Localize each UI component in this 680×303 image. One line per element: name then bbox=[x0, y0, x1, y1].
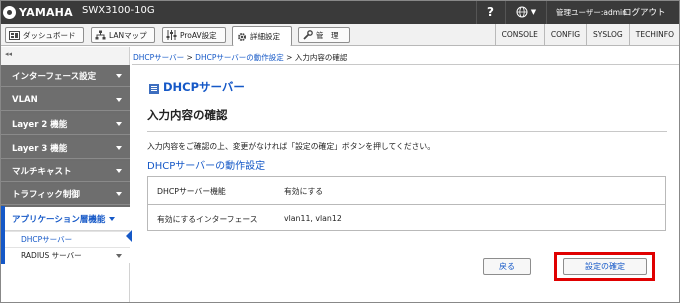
brand-name: YAMAHA bbox=[19, 5, 73, 19]
table-row: DHCPサーバー機能 有効にする bbox=[148, 177, 665, 204]
chevron-down-icon: ▼ bbox=[530, 8, 537, 16]
sidebar-item-multicast[interactable]: マルチキャスト bbox=[0, 161, 130, 182]
breadcrumb: DHCPサーバー > DHCPサーバーの動作設定 > 入力内容の確認 bbox=[133, 52, 347, 63]
dashboard-icon bbox=[9, 30, 20, 40]
active-section-indicator bbox=[0, 206, 5, 264]
settings-table: DHCPサーバー機能 有効にする 有効にするインターフェース vlan11, v… bbox=[147, 176, 666, 231]
logout-link[interactable]: ログアウト bbox=[623, 6, 666, 18]
sidebar-item-label: アプリケーション層機能 bbox=[12, 214, 106, 225]
tab-dashboard[interactable]: ダッシュボード bbox=[5, 27, 84, 43]
chevron-down-icon bbox=[109, 216, 116, 221]
sidebar-empty-area bbox=[0, 263, 130, 303]
chevron-down-icon bbox=[116, 146, 122, 150]
sidebar-item-label: トラフィック制御 bbox=[12, 190, 80, 200]
chevron-down-icon bbox=[116, 74, 122, 78]
chevron-down-icon bbox=[116, 122, 122, 126]
breadcrumb-dhcp-server[interactable]: DHCPサーバー bbox=[133, 53, 184, 62]
row-value: 有効にする bbox=[284, 187, 324, 196]
tab-proav-label: ProAV設定 bbox=[180, 30, 217, 40]
top-header: YAMAHA SWX3100-10G ? ▼ 管理ユーザー:admin ログアウ… bbox=[0, 0, 680, 24]
confirm-settings-button[interactable]: 設定の確定 bbox=[563, 258, 647, 275]
lan-map-icon bbox=[95, 30, 106, 40]
divider bbox=[132, 64, 680, 65]
tab-management[interactable]: 管 理 bbox=[298, 27, 350, 43]
sidebar-item-label: マルチキャスト bbox=[12, 167, 72, 177]
user-label: 管理ユーザー:admin bbox=[556, 8, 627, 17]
section-title: DHCPサーバーの動作設定 bbox=[147, 161, 266, 172]
row-label: DHCPサーバー機能 bbox=[157, 187, 226, 196]
sidebar-item-layer2[interactable]: Layer 2 機能 bbox=[0, 114, 130, 135]
sidebar-item-vlan[interactable]: VLAN bbox=[0, 90, 130, 111]
sidebar-item-interface[interactable]: インターフェース設定 bbox=[0, 66, 130, 87]
yamaha-tuning-fork-icon bbox=[3, 5, 16, 19]
row-value: vlan11, vlan12 bbox=[284, 214, 342, 223]
help-button[interactable]: ? bbox=[476, 0, 504, 24]
chevron-down-icon bbox=[116, 254, 122, 258]
tab-proav[interactable]: ProAV設定 bbox=[162, 27, 226, 43]
page-subtitle: 入力内容の確認 bbox=[147, 108, 228, 122]
current-page-marker bbox=[126, 230, 132, 242]
sidebar-item-label: インターフェース設定 bbox=[12, 72, 97, 82]
row-label: 有効にするインターフェース bbox=[157, 215, 258, 224]
chevron-down-icon bbox=[116, 169, 122, 173]
tab-advanced-settings[interactable]: 詳細設定 bbox=[232, 26, 292, 46]
yamaha-logo: YAMAHA bbox=[3, 5, 73, 19]
list-icon bbox=[149, 84, 159, 94]
sidebar-subitem-label: DHCPサーバー bbox=[21, 235, 73, 244]
wrench-icon bbox=[302, 30, 313, 40]
breadcrumb-dhcp-operation[interactable]: DHCPサーバーの動作設定 bbox=[195, 53, 284, 62]
sidebar-item-label: Layer 3 機能 bbox=[12, 144, 68, 154]
sidebar-collapse-button[interactable]: ◂◂ bbox=[0, 47, 130, 65]
tab-lan-map-label: LANマップ bbox=[109, 30, 147, 40]
chevron-down-icon bbox=[116, 98, 122, 102]
sidebar-item-traffic-control[interactable]: トラフィック制御 bbox=[0, 184, 130, 205]
double-chevron-left-icon: ◂◂ bbox=[5, 50, 13, 58]
main-toolbar: ダッシュボード LANマップ ProAV設定 詳細設定 管 理 CONSOLE … bbox=[0, 24, 680, 46]
syslog-link[interactable]: SYSLOG bbox=[586, 24, 629, 45]
table-row: 有効にするインターフェース vlan11, vlan12 bbox=[148, 204, 665, 231]
sidebar-item-layer3[interactable]: Layer 3 機能 bbox=[0, 138, 130, 159]
page-title: DHCPサーバー bbox=[163, 80, 245, 94]
sidebar-subitem-radius-server[interactable]: RADIUS サーバー bbox=[0, 247, 130, 263]
tab-management-label: 管 理 bbox=[316, 30, 339, 40]
sidebar-item-application[interactable]: アプリケーション層機能 bbox=[0, 207, 130, 231]
techinfo-link[interactable]: TECHINFO bbox=[628, 24, 680, 45]
config-link[interactable]: CONFIG bbox=[543, 24, 586, 45]
sidebar-subitem-dhcp-server[interactable]: DHCPサーバー bbox=[0, 231, 130, 247]
tab-dashboard-label: ダッシュボード bbox=[23, 30, 76, 40]
sidebar-item-label: Layer 2 機能 bbox=[12, 120, 68, 130]
proav-icon bbox=[166, 30, 177, 40]
divider bbox=[147, 131, 667, 132]
chevron-down-icon bbox=[116, 192, 122, 196]
console-link[interactable]: CONSOLE bbox=[494, 24, 544, 45]
breadcrumb-separator: > bbox=[184, 53, 196, 62]
breadcrumb-current: 入力内容の確認 bbox=[294, 53, 348, 62]
tab-advanced-settings-label: 詳細設定 bbox=[250, 32, 280, 41]
sidebar-subitem-label: RADIUS サーバー bbox=[21, 251, 82, 260]
instruction-text: 入力内容をご確認の上、変更がなければ「設定の確定」ボタンを押してください。 bbox=[147, 142, 436, 151]
tab-lan-map[interactable]: LANマップ bbox=[91, 27, 155, 43]
breadcrumb-separator: > bbox=[283, 53, 295, 62]
globe-icon bbox=[516, 6, 528, 18]
sidebar-item-label: VLAN bbox=[12, 95, 38, 105]
model-name: SWX3100-10G bbox=[82, 5, 155, 16]
language-button[interactable]: ▼ bbox=[505, 0, 547, 24]
utility-links: CONSOLE CONFIG SYSLOG TECHINFO bbox=[494, 24, 680, 45]
gear-icon bbox=[236, 32, 247, 42]
back-button[interactable]: 戻る bbox=[483, 258, 531, 275]
